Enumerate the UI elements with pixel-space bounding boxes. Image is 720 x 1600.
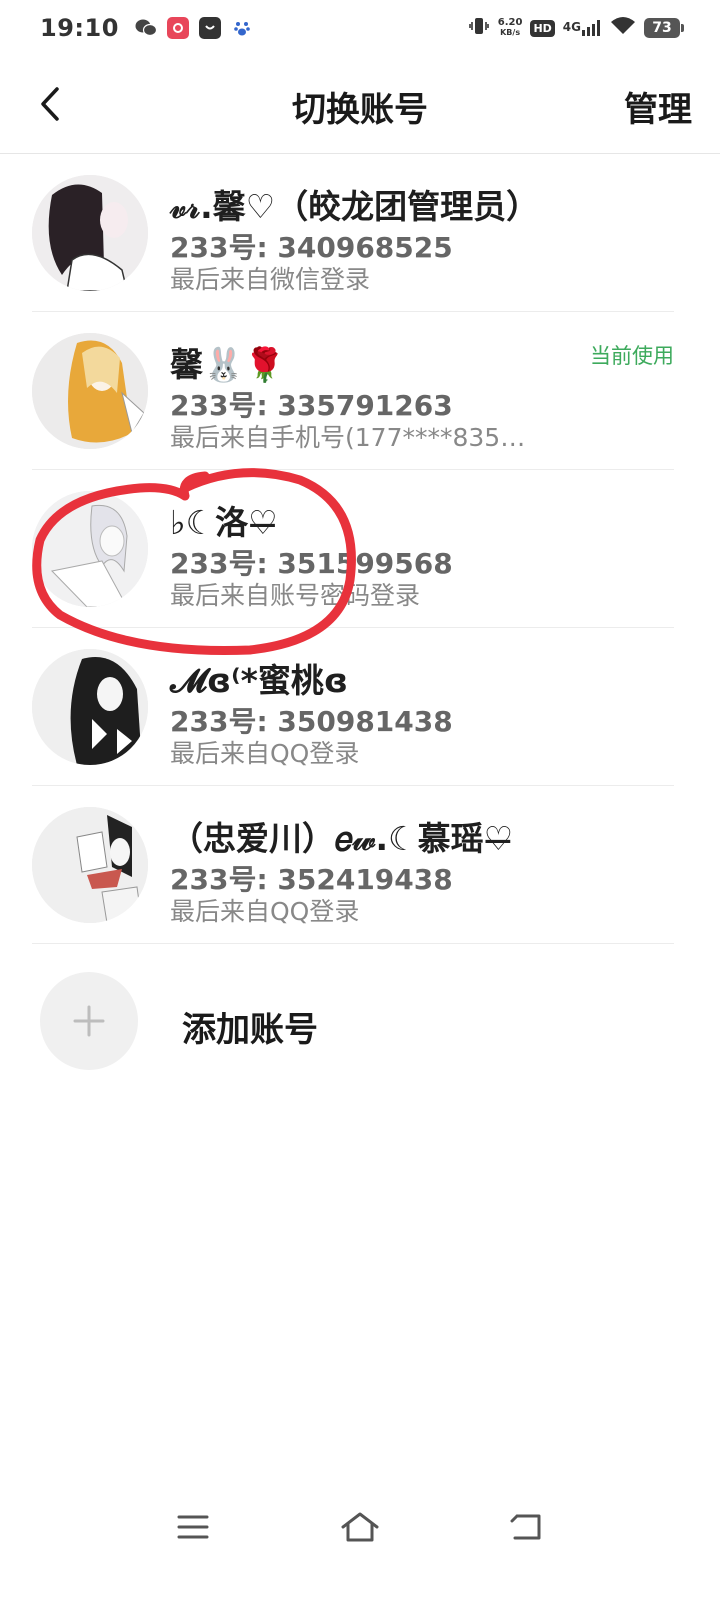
wechat-icon <box>135 17 157 39</box>
back-icon <box>510 1514 541 1540</box>
avatar <box>32 175 148 291</box>
battery-icon: 73 <box>644 18 684 38</box>
app-bag-icon <box>198 17 221 39</box>
account-name: 𝓜ɞ⁽*蜜桃ɞ <box>170 661 348 700</box>
home-button[interactable] <box>335 1502 385 1552</box>
avatar <box>32 649 148 765</box>
network-speed: 6.20 KB/s <box>498 18 523 38</box>
account-name: 馨🐰🌹 <box>170 345 286 384</box>
hd-badge: HD <box>530 19 555 37</box>
add-account-label: 添加账号 <box>182 1010 318 1050</box>
page-title: 切换账号 <box>292 90 428 130</box>
account-login-source: 最后来自QQ登录 <box>170 897 360 926</box>
add-account-row[interactable]: 添加账号 <box>40 972 680 1072</box>
vibrate-icon <box>468 15 490 41</box>
add-account-button[interactable] <box>40 972 138 1070</box>
manage-button[interactable]: 管理 <box>624 82 692 131</box>
navigation-bar <box>0 1492 720 1562</box>
signal-icon: 4G <box>563 20 602 36</box>
speed-unit: KB/s <box>500 28 521 37</box>
account-login-source: 最后来自手机号(177****835… <box>170 423 526 452</box>
baidu-paw-icon <box>231 17 253 39</box>
app-red-icon <box>166 17 189 39</box>
menu-icon <box>177 1515 209 1539</box>
wifi-icon <box>610 16 636 40</box>
account-item[interactable]: （忠爱川）𝑒𝓌.☾慕瑶♡̶ 233号: 352419438 最后来自QQ登录 <box>32 786 674 944</box>
avatar <box>32 491 148 607</box>
account-name: 𝓋𝓇.馨♡（皎龙团管理员） <box>170 187 540 226</box>
avatar <box>32 333 148 449</box>
account-name: （忠爱川）𝑒𝓌.☾慕瑶♡̶ <box>170 819 514 858</box>
status-time: 19:10 <box>40 14 119 42</box>
account-list: 𝓋𝓇.馨♡（皎龙团管理员） 233号: 340968525 最后来自微信登录 馨… <box>0 154 720 944</box>
account-item[interactable]: ♭☾洛♡̶ 233号: 351599568 最后来自账号密码登录 <box>32 470 674 628</box>
account-login-source: 最后来自QQ登录 <box>170 739 360 768</box>
back-nav-button[interactable] <box>502 1502 552 1552</box>
header: 切换账号 管理 <box>0 56 720 154</box>
status-bar: 19:10 6.20 KB/s HD 4G 73 <box>0 0 720 56</box>
account-login-source: 最后来自账号密码登录 <box>170 581 421 610</box>
menu-button[interactable] <box>168 1502 218 1552</box>
network-type: 4G <box>562 20 581 34</box>
speed-value: 6.20 <box>497 17 523 28</box>
battery-level: 73 <box>652 20 672 36</box>
avatar <box>32 807 148 923</box>
status-app-icons <box>135 17 253 39</box>
account-item[interactable]: 𝓜ɞ⁽*蜜桃ɞ 233号: 350981438 最后来自QQ登录 <box>32 628 674 786</box>
account-login-source: 最后来自微信登录 <box>170 265 371 294</box>
account-item[interactable]: 𝓋𝓇.馨♡（皎龙团管理员） 233号: 340968525 最后来自微信登录 <box>32 154 674 312</box>
account-name: ♭☾洛♡̶ <box>170 503 278 542</box>
screen: 19:10 6.20 KB/s HD 4G 73 切换账号 管理 𝓋𝓇.馨♡（皎… <box>0 0 720 1600</box>
status-right: 6.20 KB/s HD 4G 73 <box>468 15 684 41</box>
account-item[interactable]: 馨🐰🌹 233号: 335791263 最后来自手机号(177****835… … <box>32 312 674 470</box>
plus-icon <box>73 1005 105 1037</box>
current-badge: 当前使用 <box>590 344 674 368</box>
home-icon <box>341 1512 379 1542</box>
